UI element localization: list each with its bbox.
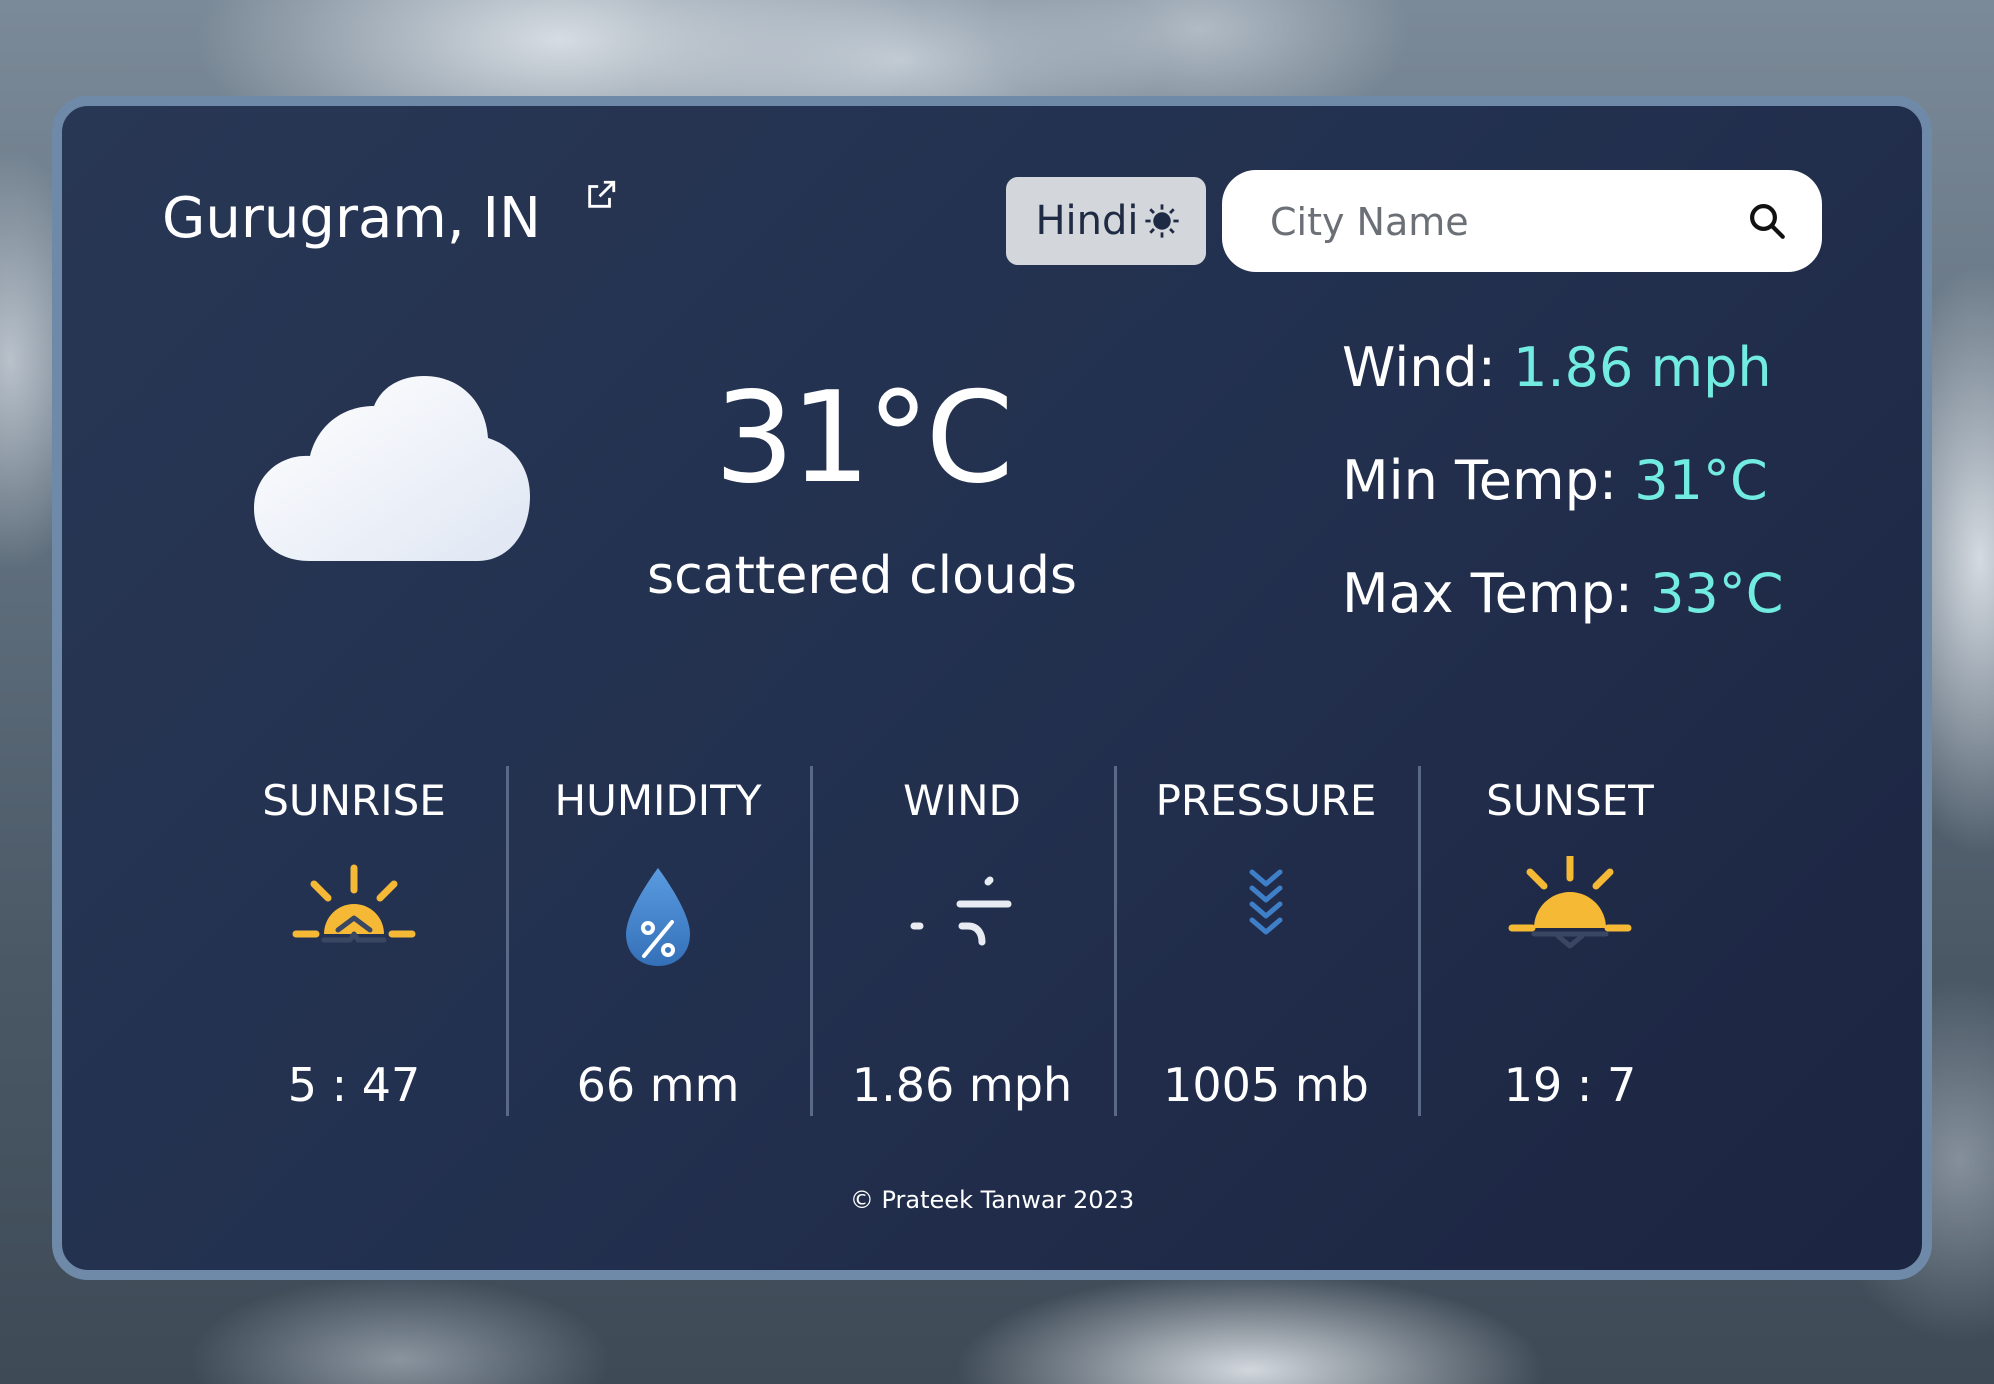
sun-icon [1144,204,1179,238]
external-link-icon[interactable] [584,178,618,212]
metric-value: 19 : 7 [1503,1058,1637,1112]
stat-max-temp: Max Temp: 33°C [1342,562,1784,675]
metric-label: SUNRISE [262,776,446,825]
stat-min-value: 31°C [1634,449,1768,512]
stat-wind: Wind: 1.86 mph [1342,336,1784,449]
stat-max-label: Max Temp: [1342,562,1651,625]
metric-value: 66 mm [576,1058,740,1112]
stat-min-temp: Min Temp: 31°C [1342,449,1784,562]
weather-card: Gurugram, IN Hindi 31°C scattered clouds… [52,96,1932,1280]
metric-label: PRESSURE [1155,776,1377,825]
metric-label: WIND [903,776,1021,825]
metric-label: SUNSET [1486,776,1654,825]
metric-humidity: HUMIDITY 66 mm [506,756,810,1116]
metric-label: HUMIDITY [554,776,762,825]
city-search-input[interactable] [1268,192,1732,252]
pressure-icon [1249,869,1283,935]
current-temperature: 31°C [714,364,1013,511]
sunrise-icon [292,864,416,943]
stat-max-value: 33°C [1650,562,1784,625]
language-toggle-button[interactable]: Hindi [1006,177,1206,265]
stat-wind-value: 1.86 mph [1513,336,1772,399]
metric-sunset: SUNSET 19 : 7 [1418,756,1722,1116]
cloud-icon [254,376,530,561]
copyright-footer: © Prateek Tanwar 2023 [849,1186,1135,1214]
humidity-drop-icon [626,868,690,966]
city-title: Gurugram, IN [162,186,541,251]
metric-value: 1005 mb [1163,1058,1369,1112]
metric-sunrise: SUNRISE 5 : 47 [202,756,506,1116]
metric-value: 5 : 47 [287,1058,421,1112]
stat-min-label: Min Temp: [1342,449,1635,512]
metric-pressure: PRESSURE 1005 mb [1114,756,1418,1116]
sunset-icon [1508,856,1632,949]
language-label: Hindi [1035,198,1139,244]
city-search [1222,170,1822,272]
weather-description: scattered clouds [647,546,1077,606]
weather-stats: Wind: 1.86 mph Min Temp: 31°C Max Temp: … [1342,336,1784,675]
search-icon[interactable] [1746,200,1788,242]
stat-wind-label: Wind: [1342,336,1514,399]
metrics-row: SUNRISE 5 : 47 HUMIDITY 66 mm WIND 1.86 … [202,756,1722,1116]
metric-wind: WIND 1.86 mph [810,756,1114,1116]
wind-icon [910,876,1012,946]
metric-value: 1.86 mph [851,1058,1073,1112]
